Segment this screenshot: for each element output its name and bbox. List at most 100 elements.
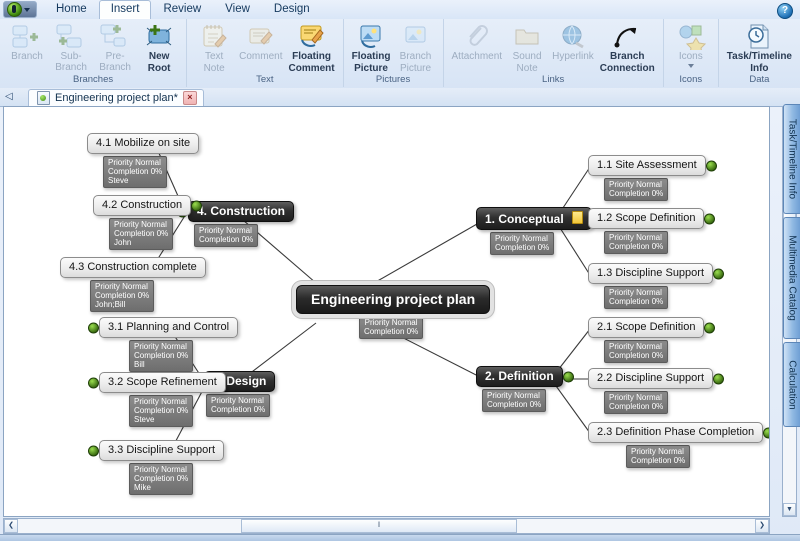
node-priority: Priority Normal: [609, 180, 663, 189]
note-icon[interactable]: [572, 211, 583, 224]
root-completion: Completion 0%: [364, 327, 418, 336]
tab-design[interactable]: Design: [262, 0, 322, 19]
mindmap-node-2-3[interactable]: 2.3 Definition Phase Completion Priority…: [588, 422, 763, 468]
mindmap-node-1-1[interactable]: 1.1 Site Assessment Priority Normal Comp…: [588, 155, 706, 201]
node-connector-dot[interactable]: [88, 322, 99, 333]
mindmap-node-4-2[interactable]: 4.2 Construction Priority Normal Complet…: [93, 195, 191, 250]
node-priority: Priority Normal: [134, 397, 188, 406]
ribbon-tab-bar: Home Insert Review View Design ?: [0, 0, 800, 19]
ribbon: Home Insert Review View Design ?: [0, 0, 800, 89]
node-owner: Steve: [134, 415, 188, 424]
mindmap-node-3-3[interactable]: 3.3 Discipline Support Priority Normal C…: [99, 440, 224, 495]
new-root-icon: [144, 23, 174, 51]
pre-branch-button[interactable]: Pre-Branch: [93, 22, 137, 74]
node-connector-dot[interactable]: [706, 160, 717, 171]
mindmap-node-4-3[interactable]: 4.3 Construction complete Priority Norma…: [60, 257, 206, 312]
sidebar-tab-calculation[interactable]: Calculation: [783, 342, 800, 427]
mindmap-node-1-3[interactable]: 1.3 Discipline Support Priority Normal C…: [588, 263, 713, 309]
floating-picture-label: Floating: [352, 52, 391, 63]
help-icon[interactable]: ?: [777, 3, 793, 19]
sound-note-button[interactable]: Sound Note: [505, 22, 549, 75]
mindmap-canvas[interactable]: Engineering project plan Priority Normal…: [3, 106, 770, 517]
mindmap-node-construction[interactable]: 4. Construction Priority Normal Completi…: [188, 201, 294, 247]
application-menu-button[interactable]: [3, 1, 37, 18]
ribbon-group-label-links: Links: [449, 74, 658, 87]
tab-insert[interactable]: Insert: [99, 0, 152, 19]
sub-branch-label: Sub-Branch: [52, 52, 90, 73]
node-completion: Completion 0%: [487, 400, 541, 409]
branch-connection-button[interactable]: Branch Connection: [597, 22, 658, 75]
comment-button[interactable]: Comment: [236, 22, 285, 64]
attachment-button[interactable]: Attachment: [449, 22, 506, 64]
node-connector-dot[interactable]: [713, 268, 724, 279]
sidebar-tab-label: Multimedia Catalog: [787, 235, 798, 321]
root-node-title[interactable]: Engineering project plan: [296, 285, 490, 314]
task-timeline-info-icon: [744, 23, 774, 51]
application-window: Home Insert Review View Design ?: [0, 0, 800, 541]
task-timeline-info-label: Task/Timeline: [727, 52, 792, 63]
new-root-button[interactable]: New Root: [137, 22, 181, 75]
scroll-right-icon[interactable]: ❯: [755, 519, 769, 533]
sidebar-tab-multimedia-catalog[interactable]: Multimedia Catalog: [783, 217, 800, 339]
node-label-1-1: 1.1 Site Assessment: [597, 159, 697, 171]
task-timeline-info-button[interactable]: Task/Timeline Info: [724, 22, 795, 75]
mindmap-surface[interactable]: Engineering project plan Priority Normal…: [4, 107, 755, 502]
document-tab-strip: ◁ Engineering project plan* ×: [0, 88, 800, 107]
mindmap-node-1-2[interactable]: 1.2 Scope Definition Priority Normal Com…: [588, 208, 704, 254]
mindmap-node-definition[interactable]: 2. Definition Priority Normal Completion…: [476, 366, 563, 412]
branch-picture-button[interactable]: Branch Picture: [394, 22, 438, 75]
horizontal-scroll-thumb[interactable]: ‖: [241, 519, 517, 533]
node-connector-dot[interactable]: [704, 213, 715, 224]
document-nav-prev-icon[interactable]: ◁: [5, 91, 13, 102]
node-completion: Completion 0%: [609, 242, 663, 251]
pre-branch-icon: [99, 23, 131, 51]
close-icon[interactable]: ×: [183, 91, 197, 105]
node-priority: Priority Normal: [114, 220, 168, 229]
floating-comment-button[interactable]: Floating Comment: [285, 22, 337, 75]
ribbon-group-label-data: Data: [724, 74, 795, 87]
sound-note-label2: Note: [517, 64, 538, 75]
mindmap-node-2-1[interactable]: 2.1 Scope Definition Priority Normal Com…: [588, 317, 704, 363]
sidebar-tab-task-timeline-info[interactable]: Task/Timeline Info: [783, 104, 800, 214]
branch-button[interactable]: Branch: [5, 22, 49, 64]
node-connector-dot[interactable]: [563, 371, 574, 382]
document-tab[interactable]: Engineering project plan* ×: [28, 89, 204, 106]
node-connector-dot[interactable]: [88, 445, 99, 456]
node-connector-dot[interactable]: [704, 322, 715, 333]
tab-review[interactable]: Review: [151, 0, 213, 19]
node-label-2-3: 2.3 Definition Phase Completion: [597, 426, 754, 438]
chevron-down-icon[interactable]: [688, 64, 694, 68]
canvas-horizontal-scrollbar[interactable]: ❮ ‖ ❯: [3, 518, 770, 534]
icons-button[interactable]: Icons: [669, 22, 713, 69]
tab-view[interactable]: View: [213, 0, 262, 19]
node-owner: John: [114, 238, 168, 247]
node-info-4-3: Priority Normal Completion 0% John;Bill: [90, 280, 154, 312]
node-connector-dot[interactable]: [713, 373, 724, 384]
ribbon-tabs: Home Insert Review View Design: [44, 0, 322, 19]
mindmap-node-root[interactable]: Engineering project plan Priority Normal…: [296, 285, 490, 339]
tab-home[interactable]: Home: [44, 0, 99, 19]
mindmap-node-3-1[interactable]: 3.1 Planning and Control Priority Normal…: [99, 317, 238, 372]
floating-picture-button[interactable]: Floating Picture: [349, 22, 394, 75]
mindmap-node-3-2[interactable]: 3.2 Scope Refinement Priority Normal Com…: [99, 372, 226, 427]
node-label-2: 2. Definition: [485, 369, 554, 383]
hyperlink-button[interactable]: Hyperlink: [549, 22, 597, 64]
mindmap-node-conceptual[interactable]: 1. Conceptual Priority Normal Completion…: [476, 207, 592, 255]
text-note-button[interactable]: Text Note: [192, 22, 236, 75]
icons-label: Icons: [679, 52, 703, 63]
mindmap-node-4-1[interactable]: 4.1 Mobilize on site Priority Normal Com…: [87, 133, 199, 188]
mindmap-node-2-2[interactable]: 2.2 Discipline Support Priority Normal C…: [588, 368, 713, 414]
branch-connection-label: Branch: [610, 52, 644, 63]
node-connector-dot[interactable]: [763, 427, 770, 438]
scroll-left-icon[interactable]: ❮: [4, 519, 18, 533]
node-info-4-2: Priority Normal Completion 0% John: [109, 218, 173, 250]
sound-note-label: Sound: [513, 52, 542, 63]
scroll-down-icon[interactable]: ▼: [783, 503, 796, 516]
node-connector-dot[interactable]: [88, 377, 99, 388]
node-completion: Completion 0%: [199, 235, 253, 244]
node-completion: Completion 0%: [631, 456, 685, 465]
node-info-3-1: Priority Normal Completion 0% Bill: [129, 340, 193, 372]
node-connector-dot[interactable]: [191, 200, 202, 211]
sub-branch-button[interactable]: Sub-Branch: [49, 22, 93, 74]
app-orb-icon: [7, 2, 22, 17]
